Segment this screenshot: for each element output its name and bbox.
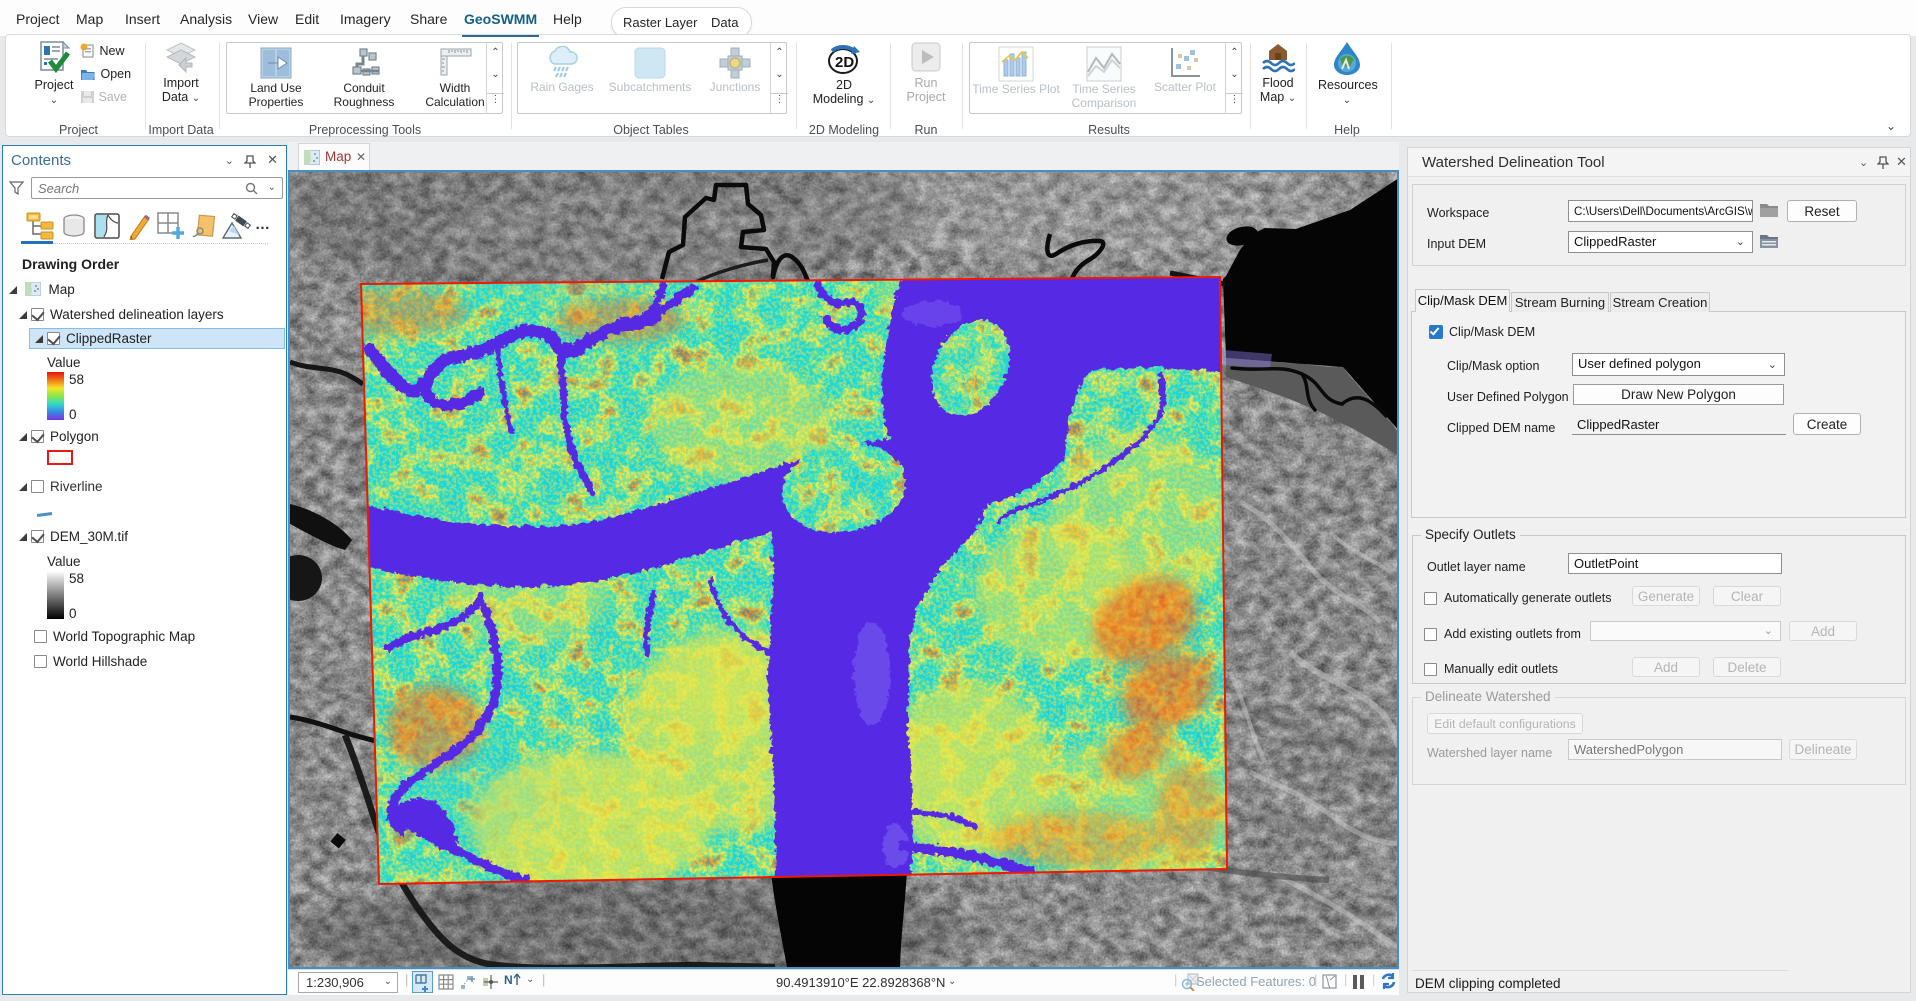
svg-text:2D: 2D [835, 54, 854, 71]
